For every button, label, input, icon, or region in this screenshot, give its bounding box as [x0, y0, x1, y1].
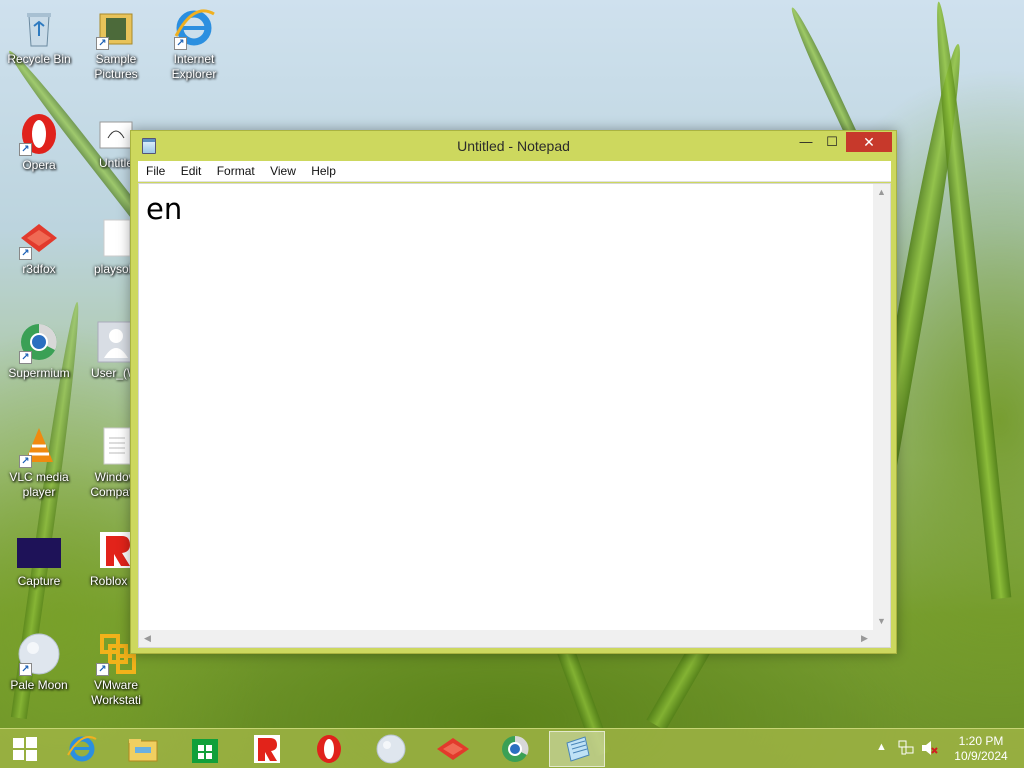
- notepad-window[interactable]: Untitled - Notepad — ☐ ✕ File Edit Forma…: [130, 130, 897, 654]
- resize-grip-icon[interactable]: [873, 630, 890, 647]
- horizontal-scrollbar[interactable]: ◀ ▶: [139, 630, 873, 647]
- clock-time: 1:20 PM: [958, 734, 1004, 748]
- taskbar-internet-explorer[interactable]: [54, 731, 110, 767]
- capture-icon: [17, 532, 61, 572]
- shortcut-arrow-icon: ↗: [96, 37, 109, 50]
- taskbar-notepad[interactable]: [549, 731, 605, 767]
- internet-explorer-icon: ↗: [172, 6, 216, 50]
- title-bar[interactable]: Untitled - Notepad — ☐ ✕: [131, 131, 896, 161]
- show-hidden-icons-button[interactable]: ▲: [876, 741, 887, 768]
- roblox-icon: [254, 735, 280, 763]
- network-icon[interactable]: [898, 739, 914, 768]
- scroll-down-icon[interactable]: ▼: [873, 613, 890, 630]
- menu-help[interactable]: Help: [305, 161, 342, 182]
- editor-content[interactable]: en: [146, 192, 870, 627]
- shortcut-arrow-icon: ↗: [19, 143, 32, 156]
- desktop-icon-r3dfox[interactable]: ↗ r3dfox: [1, 216, 77, 277]
- supermium-icon: [502, 735, 529, 762]
- shortcut-arrow-icon: ↗: [19, 663, 32, 676]
- taskbar-pale-moon[interactable]: [363, 731, 419, 767]
- desktop-icon-label: VMware Workstati: [91, 678, 141, 707]
- r3dfox-icon: [437, 738, 469, 760]
- taskbar-file-explorer[interactable]: [115, 731, 171, 767]
- taskbar-supermium[interactable]: [487, 731, 543, 767]
- desktop-icon-supermium[interactable]: ↗ Supermium: [1, 320, 77, 381]
- taskbar-opera[interactable]: [301, 731, 357, 767]
- text-editor[interactable]: en ▲ ▼ ◀ ▶: [138, 183, 891, 648]
- opera-icon: ↗: [17, 112, 61, 156]
- shortcut-arrow-icon: ↗: [19, 247, 32, 260]
- shortcut-arrow-icon: ↗: [19, 351, 32, 364]
- internet-explorer-icon: [67, 736, 97, 762]
- shortcut-arrow-icon: ↗: [19, 455, 32, 468]
- menu-format[interactable]: Format: [211, 161, 261, 182]
- menu-view[interactable]: View: [264, 161, 302, 182]
- menu-edit[interactable]: Edit: [175, 161, 208, 182]
- opera-icon: [317, 735, 341, 763]
- desktop-icon-label: VLC media player: [9, 470, 69, 499]
- scroll-right-icon[interactable]: ▶: [856, 630, 873, 647]
- pale-moon-icon: ↗: [17, 632, 61, 676]
- r3dfox-icon: ↗: [17, 216, 61, 260]
- desktop-icon-label: Recycle Bin: [7, 52, 71, 66]
- volume-muted-icon[interactable]: [920, 739, 938, 768]
- scroll-up-icon[interactable]: ▲: [873, 184, 890, 201]
- taskbar-r3dfox[interactable]: [425, 731, 481, 767]
- taskbar: ▲ 1:20 PM 10/9/2024: [0, 728, 1024, 768]
- recycle-bin-icon: [17, 6, 61, 50]
- desktop-icon-opera[interactable]: ↗ Opera: [1, 112, 77, 173]
- menu-bar: File Edit Format View Help: [138, 161, 891, 182]
- pale-moon-icon: [376, 734, 406, 764]
- store-icon: [192, 739, 218, 763]
- supermium-icon: ↗: [17, 320, 61, 364]
- desktop-icon-internet-explorer[interactable]: ↗ Internet Explorer: [156, 6, 232, 82]
- desktop-icon-label: Opera: [22, 158, 56, 172]
- menu-file[interactable]: File: [140, 161, 171, 182]
- desktop-icon-label: Internet Explorer: [171, 52, 217, 81]
- desktop-icon-pale-moon[interactable]: ↗ Pale Moon: [1, 632, 77, 693]
- start-button[interactable]: [0, 731, 50, 767]
- clock-date: 10/9/2024: [954, 749, 1008, 763]
- vertical-scrollbar[interactable]: ▲ ▼: [873, 184, 890, 630]
- shortcut-arrow-icon: ↗: [174, 37, 187, 50]
- desktop-icon-label: Pale Moon: [10, 678, 68, 692]
- desktop-icon-label: r3dfox: [22, 262, 56, 276]
- window-title: Untitled - Notepad: [457, 138, 570, 154]
- vlc-icon: ↗: [17, 424, 61, 468]
- system-clock[interactable]: 1:20 PM 10/9/2024: [944, 734, 1018, 764]
- folder-icon: [128, 739, 158, 762]
- scroll-left-icon[interactable]: ◀: [139, 630, 156, 647]
- taskbar-roblox[interactable]: [239, 731, 295, 767]
- maximize-button[interactable]: ☐: [819, 132, 845, 152]
- windows-logo-icon: [13, 737, 37, 761]
- desktop-icon-recycle-bin[interactable]: Recycle Bin: [1, 6, 77, 67]
- desktop-icon-sample-pictures[interactable]: ↗ Sample Pictures: [78, 6, 154, 82]
- minimize-button[interactable]: —: [793, 132, 819, 152]
- taskbar-store[interactable]: [177, 731, 233, 767]
- close-button[interactable]: ✕: [846, 132, 892, 152]
- desktop-icon-label: Capture: [17, 574, 61, 588]
- desktop-icon-capture[interactable]: Capture: [1, 532, 77, 589]
- shortcut-arrow-icon: ↗: [96, 663, 109, 676]
- desktop-icon-label: Supermium: [8, 366, 70, 380]
- folder-icon: ↗: [94, 6, 138, 50]
- notepad-icon: [566, 736, 590, 762]
- desktop-icon-vlc[interactable]: ↗ VLC media player: [1, 424, 77, 500]
- desktop-icon-label: Sample Pictures: [94, 52, 138, 81]
